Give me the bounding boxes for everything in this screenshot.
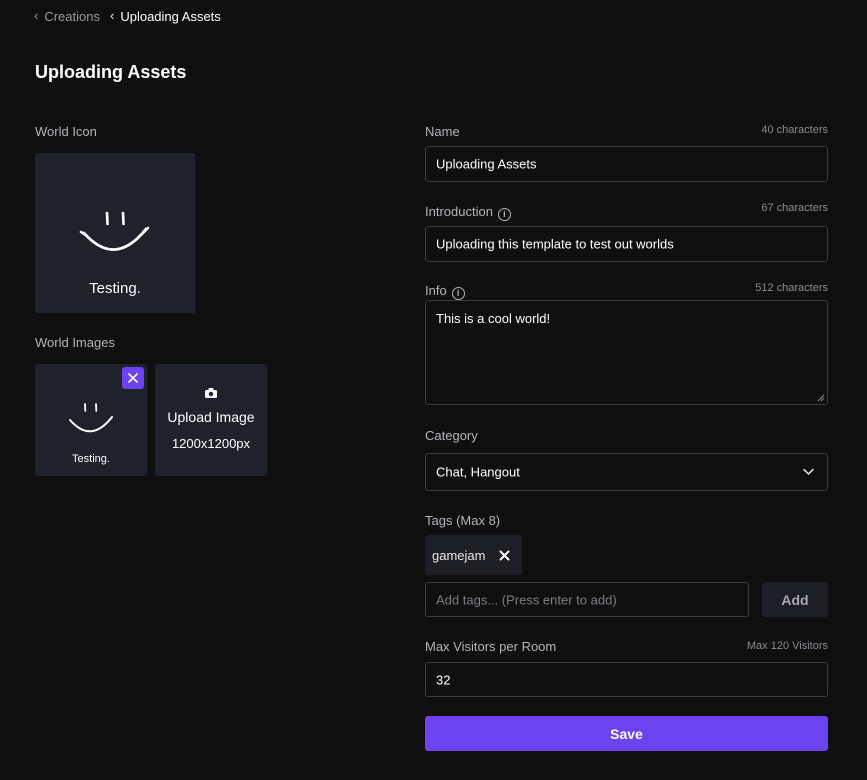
name-label: Name: [425, 124, 460, 139]
world-image-caption: Testing.: [72, 453, 110, 465]
name-char-limit: 40 characters: [761, 124, 828, 136]
name-input-value: Uploading Assets: [436, 156, 537, 172]
world-icon-label: World Icon: [35, 124, 97, 139]
remove-image-button[interactable]: [122, 367, 144, 389]
introduction-label-text: Introduction: [425, 204, 493, 219]
chevron-left-icon: ‹: [109, 8, 115, 23]
world-images-label: World Images: [35, 335, 115, 350]
remove-tag-icon[interactable]: [499, 550, 510, 561]
introduction-label: Introduction i: [425, 204, 511, 221]
info-textarea[interactable]: This is a cool world!: [425, 300, 828, 405]
max-visitors-limit: Max 120 Visitors: [746, 640, 828, 652]
introduction-char-limit: 67 characters: [761, 202, 828, 214]
upload-image-label: Upload Image: [167, 409, 255, 425]
category-label: Category: [425, 428, 478, 443]
info-icon[interactable]: i: [497, 208, 511, 221]
tags-label: Tags (Max 8): [425, 513, 501, 528]
max-visitors-input[interactable]: 32: [425, 662, 828, 697]
add-tags-placeholder: Add tags... (Press enter to add): [436, 592, 617, 607]
upload-image-button[interactable]: Upload Image 1200x1200px: [155, 364, 267, 476]
introduction-input[interactable]: Uploading this template to test out worl…: [425, 226, 828, 262]
close-icon: [128, 373, 138, 383]
add-tag-button[interactable]: Add: [762, 582, 828, 617]
camera-icon: [205, 388, 217, 398]
max-visitors-value: 32: [436, 672, 451, 687]
info-textarea-value: This is a cool world!: [436, 311, 551, 326]
category-select[interactable]: Chat, Hangout: [425, 453, 828, 491]
info-label: Info i: [425, 283, 465, 300]
breadcrumb-current: Uploading Assets: [120, 9, 221, 24]
world-image-thumbnail[interactable]: Testing.: [35, 364, 147, 476]
chevron-left-icon: ‹: [34, 8, 39, 23]
resize-handle-icon[interactable]: [817, 394, 825, 402]
name-input[interactable]: Uploading Assets: [425, 146, 828, 182]
save-button[interactable]: Save: [425, 716, 828, 751]
breadcrumb-link-creations[interactable]: Creations: [44, 9, 100, 24]
category-select-value: Chat, Hangout: [436, 464, 520, 480]
chevron-down-icon: [803, 468, 814, 475]
info-char-limit: 512 characters: [755, 282, 828, 294]
world-icon-caption: Testing.: [89, 280, 141, 297]
world-icon-image[interactable]: Testing.: [35, 153, 195, 313]
tag-chip: gamejam: [425, 535, 522, 575]
page-title: Uploading Assets: [35, 62, 187, 82]
tag-chip-label: gamejam: [432, 547, 486, 563]
breadcrumb: ‹ Creations ‹ Uploading Assets: [34, 8, 221, 24]
add-tags-input[interactable]: Add tags... (Press enter to add): [425, 582, 749, 617]
info-icon[interactable]: i: [451, 287, 465, 300]
max-visitors-label: Max Visitors per Room: [425, 639, 557, 654]
info-label-text: Info: [425, 283, 447, 298]
upload-image-size: 1200x1200px: [171, 436, 251, 451]
introduction-input-value: Uploading this template to test out worl…: [436, 236, 674, 252]
